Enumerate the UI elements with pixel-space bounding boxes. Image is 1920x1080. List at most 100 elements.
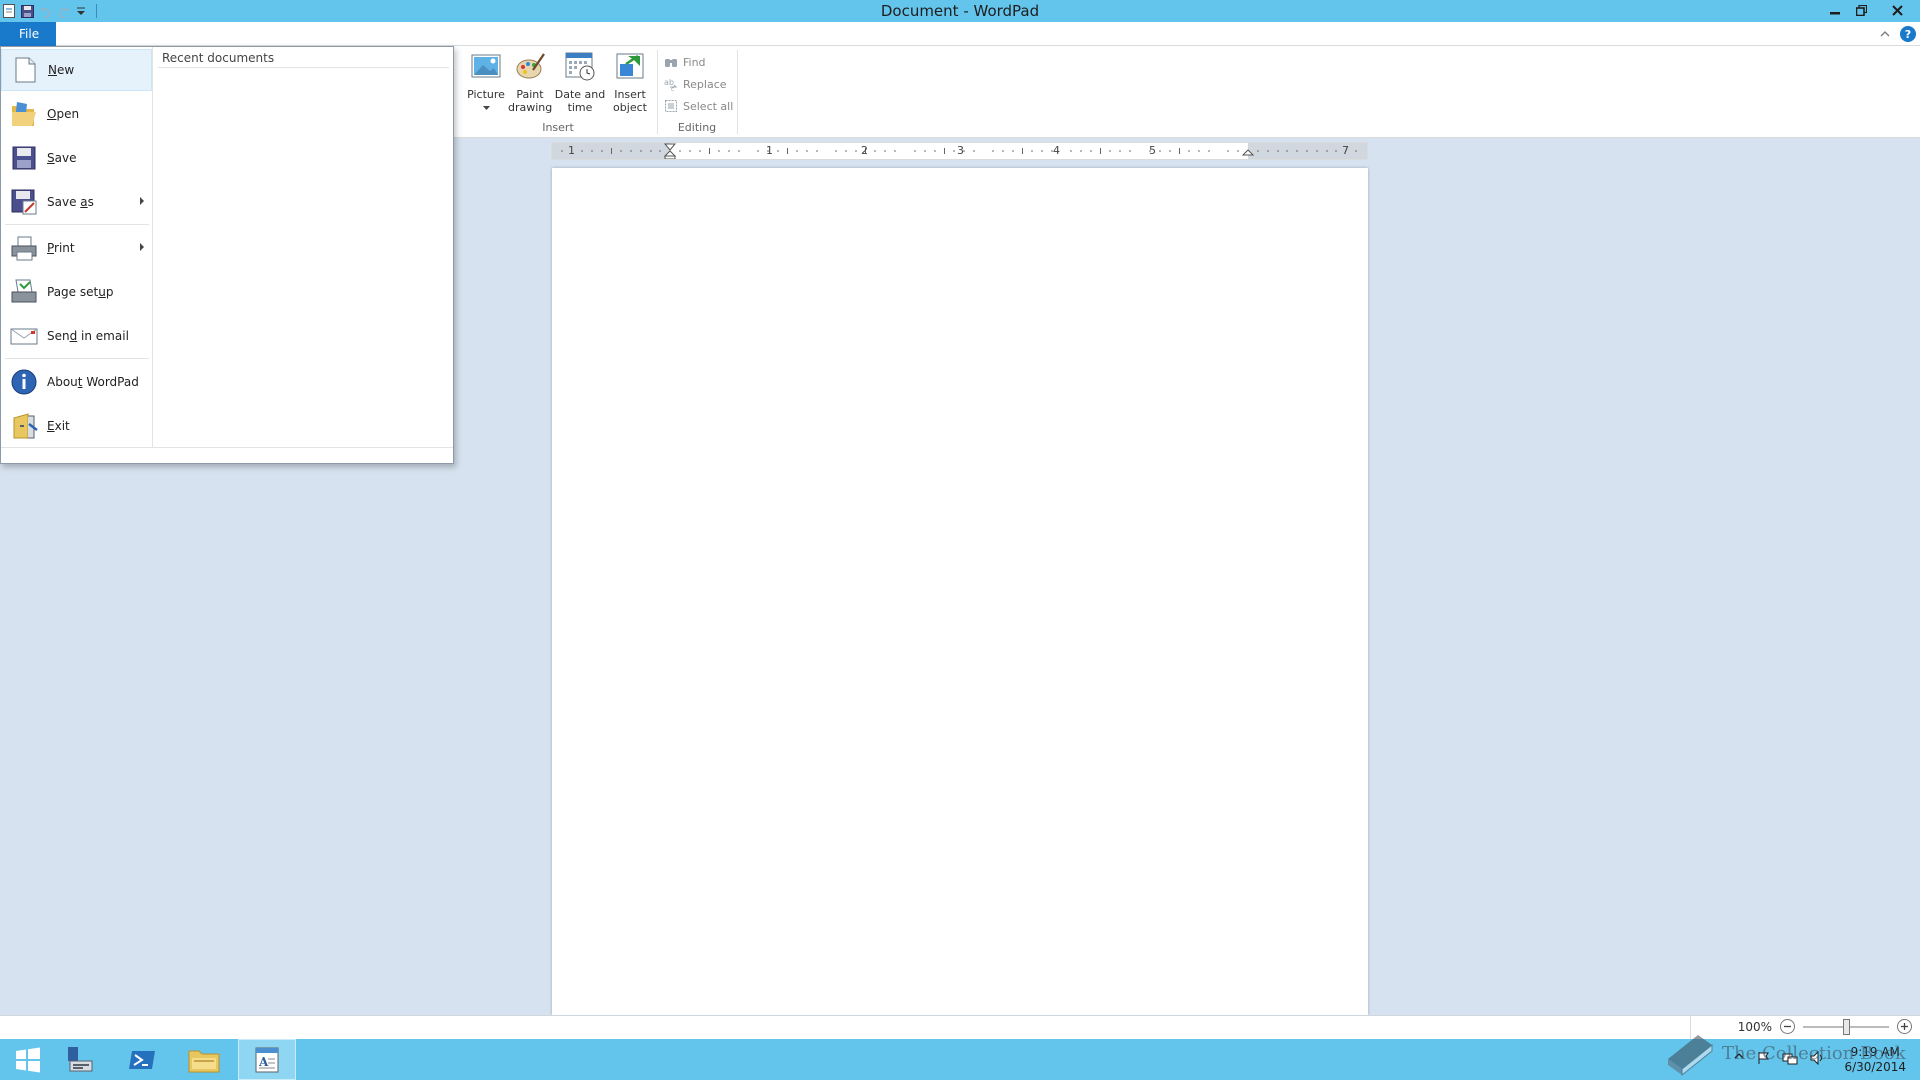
title-bar: Document - WordPad (0, 0, 1920, 22)
group-separator (737, 50, 738, 134)
insert-object-label-2: object (613, 101, 647, 114)
select-all-label: Select all (683, 99, 734, 113)
book-logo-icon (1668, 1035, 1713, 1077)
submenu-arrow-icon (140, 197, 144, 205)
minimize-button[interactable] (1822, 0, 1848, 20)
recent-documents-panel: Recent documents (154, 47, 453, 447)
replace-icon: abc (664, 78, 678, 91)
menu-item-exit[interactable]: Exit (1, 405, 152, 447)
menu-label-new: New (48, 63, 75, 77)
server-manager-icon (68, 1046, 93, 1071)
replace-button[interactable]: ab c Replace (664, 74, 727, 94)
ruler-number: 7 (1342, 144, 1349, 157)
menu-item-page-setup[interactable]: Page setup (1, 271, 152, 313)
file-menu: New Open Save Save as Print Page setup S… (0, 46, 454, 464)
minimize-icon (1830, 12, 1840, 15)
printer-icon (11, 236, 37, 261)
file-explorer-taskbar-button[interactable] (176, 1039, 232, 1080)
page-setup-icon (11, 279, 37, 303)
file-menu-footer-divider (1, 447, 453, 448)
find-label: Find (683, 55, 706, 69)
ruler-number: 5 (1149, 144, 1156, 157)
ruler-number: 2 (861, 144, 868, 157)
exit-door-icon (13, 413, 38, 439)
wordpad-icon: A (255, 1047, 279, 1072)
file-tab[interactable]: File (0, 22, 56, 46)
menu-label-about-wordpad: About WordPad (47, 375, 139, 389)
zoom-slider[interactable] (1803, 1018, 1889, 1035)
ruler-number: 3 (957, 144, 964, 157)
close-button[interactable] (1874, 0, 1920, 20)
date-time-label-1: Date and (554, 88, 606, 101)
binoculars-icon (665, 59, 677, 67)
select-all-button[interactable]: Select all (664, 96, 733, 116)
paint-drawing-button[interactable]: Paint drawing (508, 50, 552, 114)
paint-drawing-label-1: Paint (516, 88, 544, 101)
windows-logo-icon (16, 1047, 40, 1072)
taskbar: A 9:19 AM 6/30/2014 (0, 1039, 1920, 1080)
ruler-number: 4 (1053, 144, 1060, 157)
recent-documents-title: Recent documents (162, 51, 275, 65)
info-icon (11, 369, 37, 395)
powershell-taskbar-button[interactable] (114, 1039, 170, 1080)
menu-item-save[interactable]: Save (1, 137, 152, 179)
server-manager-taskbar-button[interactable] (52, 1039, 108, 1080)
menu-item-send-in-email[interactable]: Send in email (1, 315, 152, 357)
minimize-ribbon-icon[interactable] (1880, 30, 1890, 38)
menu-item-print[interactable]: Print (1, 227, 152, 269)
menu-separator (5, 358, 149, 359)
window-title: Document - WordPad (880, 2, 1040, 20)
menu-separator (5, 224, 149, 225)
ruler[interactable]: 1 1 2 3 4 5 7 (551, 142, 1368, 160)
menu-label-save-as: Save as (47, 195, 94, 209)
file-menu-commands: New Open Save Save as Print Page setup S… (1, 47, 153, 447)
ribbon-right-controls: ? (1880, 26, 1916, 42)
menu-label-print: Print (47, 241, 75, 255)
paint-drawing-label-2: drawing (508, 101, 553, 114)
save-as-icon (11, 189, 37, 215)
document-page[interactable] (552, 168, 1368, 1015)
restore-icon (1855, 4, 1867, 16)
menu-label-save: Save (47, 151, 77, 165)
email-icon (10, 328, 38, 345)
help-icon[interactable]: ? (1900, 26, 1916, 42)
open-folder-icon (12, 102, 36, 126)
find-button[interactable]: Find (664, 52, 706, 72)
insert-group: Picture Paint drawing Date and time Inse… (458, 46, 658, 138)
insert-object-button[interactable]: Insert object (608, 50, 652, 114)
menu-item-open[interactable]: Open (1, 93, 152, 135)
svg-text:c: c (671, 86, 674, 91)
menu-item-new[interactable]: New (1, 49, 152, 91)
insert-object-icon (616, 53, 644, 79)
insert-object-label-1: Insert (614, 88, 646, 101)
recent-documents-divider (158, 67, 449, 68)
select-all-icon (665, 100, 677, 112)
picture-dropdown-icon (482, 106, 490, 110)
wordpad-taskbar-button[interactable]: A (238, 1039, 296, 1080)
restore-button[interactable] (1848, 0, 1874, 20)
status-bar: 100% (0, 1015, 1920, 1040)
start-button[interactable] (0, 1039, 56, 1080)
powershell-icon (129, 1050, 155, 1069)
svg-text:A: A (258, 1055, 269, 1069)
menu-label-send-in-email: Send in email (47, 329, 129, 343)
menu-item-save-as[interactable]: Save as (1, 181, 152, 223)
picture-button[interactable]: Picture (466, 50, 506, 114)
window-controls (1822, 0, 1920, 20)
calendar-clock-icon (565, 52, 595, 81)
paint-palette-icon (516, 53, 545, 79)
folder-icon (188, 1050, 220, 1072)
submenu-arrow-icon (140, 243, 144, 251)
editing-group-label: Editing (677, 121, 717, 134)
replace-label: Replace (683, 77, 727, 91)
menu-item-about-wordpad[interactable]: About WordPad (1, 361, 152, 403)
insert-group-label: Insert (542, 121, 574, 134)
menu-label-open: Open (47, 107, 80, 121)
picture-label: Picture (467, 88, 505, 101)
ruler-number: 1 (766, 144, 773, 157)
close-icon (1891, 4, 1903, 16)
watermark: The Collection Book (1664, 1029, 1906, 1077)
date-and-time-button[interactable]: Date and time (554, 50, 606, 114)
ruler-number: 1 (568, 144, 575, 157)
picture-icon (471, 54, 501, 78)
